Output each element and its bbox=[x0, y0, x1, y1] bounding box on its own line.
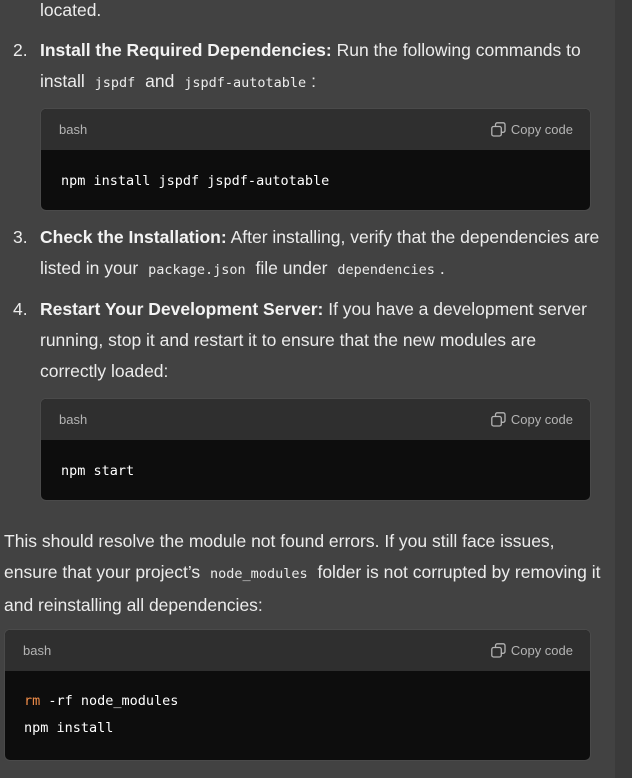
inline-code: jspdf-autotable bbox=[184, 75, 307, 91]
inline-code: package.json bbox=[148, 262, 246, 278]
step-number: 3. bbox=[13, 227, 28, 247]
code-line: npm install bbox=[24, 720, 114, 736]
scrollbar-track[interactable] bbox=[615, 0, 632, 778]
list-item-step-4: 4. Restart Your Development Server: If y… bbox=[13, 294, 600, 387]
list-item-step-3: 3. Check the Installation: After install… bbox=[13, 222, 600, 286]
step-title: Restart Your Development Server: bbox=[40, 299, 324, 319]
code-block-header: bash Copy code bbox=[5, 630, 590, 671]
code-block-install: bash Copy code npm install jspdf jspdf-a… bbox=[40, 108, 591, 211]
code-block-reinstall: bash Copy code rm -rf node_modules npm i… bbox=[4, 629, 591, 761]
code-keyword: rm bbox=[24, 693, 41, 709]
code-block-header: bash Copy code bbox=[41, 109, 590, 150]
copy-code-label: Copy code bbox=[510, 412, 573, 427]
inline-code: dependencies bbox=[337, 262, 435, 278]
inline-code: node_modules bbox=[210, 566, 308, 582]
step-text: : bbox=[311, 71, 316, 91]
copy-code-button[interactable]: Copy code bbox=[490, 643, 573, 658]
code-language-label: bash bbox=[59, 412, 88, 427]
code-language-label: bash bbox=[23, 643, 52, 658]
step-number: 4. bbox=[13, 299, 28, 319]
code-line: npm install jspdf jspdf-autotable bbox=[61, 173, 330, 189]
step-text: file under bbox=[250, 258, 333, 278]
code-content: npm install jspdf jspdf-autotable bbox=[41, 150, 590, 195]
copy-code-label: Copy code bbox=[510, 643, 573, 658]
step-number: 2. bbox=[13, 40, 28, 60]
step-text: . bbox=[439, 258, 445, 278]
copy-icon bbox=[490, 122, 506, 137]
code-block-header: bash Copy code bbox=[41, 399, 590, 440]
step-title: Check the Installation: bbox=[40, 227, 227, 247]
inline-code: jspdf bbox=[94, 75, 136, 91]
code-line: npm start bbox=[61, 463, 135, 479]
intro-tail-text: located. bbox=[40, 0, 102, 20]
code-line: rm -rf node_modules bbox=[24, 688, 570, 715]
closing-paragraph: This should resolve the module not found… bbox=[4, 526, 604, 621]
code-content: npm start bbox=[41, 440, 590, 485]
copy-code-button[interactable]: Copy code bbox=[490, 122, 573, 137]
step-text: and bbox=[140, 71, 180, 91]
copy-code-label: Copy code bbox=[510, 122, 573, 137]
step-title: Install the Required Dependencies: bbox=[40, 40, 332, 60]
copy-icon bbox=[490, 643, 506, 658]
copy-icon bbox=[490, 412, 506, 427]
code-block-start: bash Copy code npm start bbox=[40, 398, 591, 501]
code-language-label: bash bbox=[59, 122, 88, 137]
code-content: rm -rf node_modules npm install bbox=[5, 671, 590, 742]
list-item-step-2: 2. Install the Required Dependencies: Ru… bbox=[13, 35, 600, 99]
copy-code-button[interactable]: Copy code bbox=[490, 412, 573, 427]
code-text: -rf node_modules bbox=[40, 693, 179, 709]
